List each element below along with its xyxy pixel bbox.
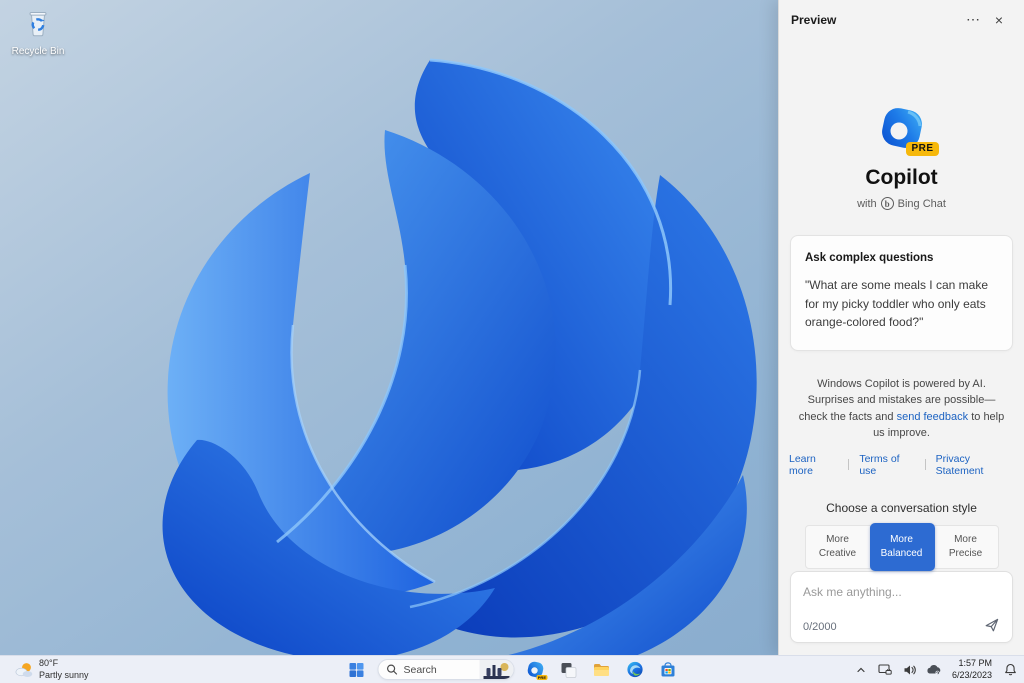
file-explorer-icon	[594, 663, 609, 676]
suggestion-card[interactable]: Ask complex questions "What are some mea…	[790, 235, 1013, 351]
taskbar: 80°F Partly sunny Search PRE 1:57 PM 6/2…	[0, 655, 1024, 683]
copilot-taskbar-button[interactable]: PRE	[524, 658, 548, 682]
hidden-icons-chevron[interactable]	[853, 659, 870, 681]
send-icon	[985, 618, 999, 632]
windows-start-icon	[349, 662, 364, 677]
preview-label: Preview	[791, 12, 837, 27]
edge-button[interactable]	[623, 658, 647, 682]
ask-input[interactable]	[803, 585, 1000, 599]
more-options-icon[interactable]: ⋯	[960, 10, 986, 30]
suggestion-quote: "What are some meals I can make for my p…	[805, 278, 988, 330]
style-more-balanced-button[interactable]: More Balanced	[869, 522, 935, 571]
start-button[interactable]	[345, 658, 369, 682]
style-more-creative-button[interactable]: More Creative	[804, 524, 871, 569]
suggestion-title: Ask complex questions	[805, 252, 934, 264]
notification-center-button[interactable]	[1002, 659, 1019, 681]
copilot-sidebar: Preview ⋯ × PRE Copilot with b Bing Chat…	[778, 0, 1024, 655]
send-button[interactable]	[984, 617, 1000, 633]
volume-icon	[904, 665, 916, 674]
terms-of-use-link[interactable]: Terms of use	[849, 453, 924, 477]
microsoft-store-icon	[661, 662, 674, 677]
pre-badge: PRE	[906, 142, 939, 156]
windows-desktop: Recycle Bin Preview ⋯ × PRE Copilot with…	[0, 0, 1024, 683]
task-view-icon	[561, 662, 577, 678]
tray-time: 1:57 PM	[958, 658, 992, 669]
recycle-bin-label: Recycle Bin	[11, 46, 65, 57]
style-more-precise-button[interactable]: More Precise	[933, 524, 999, 569]
copilot-subtitle: with b Bing Chat	[779, 197, 1024, 210]
search-icon	[386, 664, 398, 675]
recycle-bin-shortcut[interactable]: Recycle Bin	[6, 8, 70, 57]
tray-date: 6/23/2023	[951, 669, 992, 680]
weather-text: 80°F Partly sunny	[39, 658, 89, 681]
weather-widget[interactable]: 80°F Partly sunny	[8, 656, 95, 683]
ai-disclaimer: Windows Copilot is powered by AI. Surpri…	[794, 376, 1009, 442]
privacy-statement-link[interactable]: Privacy Statement	[926, 453, 1024, 477]
subtitle-suffix: Bing Chat	[897, 197, 946, 210]
sidebar-header: Preview ⋯ ×	[779, 0, 1024, 30]
conversation-style-group: More Creative More Balanced More Precise	[804, 522, 999, 571]
input-footer: 0/2000	[803, 617, 1000, 633]
task-view-button[interactable]	[557, 658, 581, 682]
edge-icon	[626, 661, 643, 678]
copilot-logo: PRE	[878, 106, 939, 156]
file-explorer-button[interactable]	[590, 658, 614, 682]
weather-condition: Partly sunny	[39, 669, 89, 680]
subtitle-prefix: with	[857, 197, 877, 210]
copilot-taskbar-icon: PRE	[527, 661, 548, 680]
bing-chat-icon: b	[880, 197, 894, 210]
copilot-title: Copilot	[865, 166, 938, 189]
search-input[interactable]	[403, 663, 480, 676]
send-feedback-link[interactable]: send feedback	[897, 411, 969, 423]
chevron-up-icon	[857, 667, 866, 672]
character-counter: 0/2000	[803, 621, 837, 633]
close-icon[interactable]: ×	[986, 10, 1012, 30]
system-tray: 1:57 PM 6/23/2023	[853, 656, 1019, 683]
taskbar-search-box[interactable]	[377, 659, 515, 680]
taskbar-center: PRE	[345, 656, 680, 683]
learn-more-link[interactable]: Learn more	[779, 453, 848, 477]
partly-sunny-icon	[15, 662, 33, 677]
microsoft-store-button[interactable]	[656, 658, 680, 682]
recycle-bin-icon	[29, 12, 47, 37]
volume-tray-button[interactable]	[901, 659, 918, 681]
search-highlight-image	[479, 660, 514, 679]
chat-input-card: 0/2000	[790, 571, 1013, 643]
weather-temp: 80°F	[39, 658, 59, 669]
copilot-mini-pre-badge: PRE	[536, 675, 548, 680]
legal-links: Learn more Terms of use Privacy Statemen…	[779, 453, 1024, 477]
network-tray-button[interactable]	[877, 659, 894, 681]
onedrive-cloud-icon	[927, 664, 941, 675]
network-icon	[878, 664, 893, 675]
conversation-style-label: Choose a conversation style	[826, 500, 977, 515]
notification-bell-icon	[1005, 663, 1016, 676]
onedrive-tray-button[interactable]	[925, 659, 942, 681]
bloom-wallpaper-art	[162, 58, 757, 655]
copilot-branding: PRE Copilot with b Bing Chat	[779, 106, 1024, 210]
clock-widget[interactable]: 1:57 PM 6/23/2023	[949, 657, 995, 682]
